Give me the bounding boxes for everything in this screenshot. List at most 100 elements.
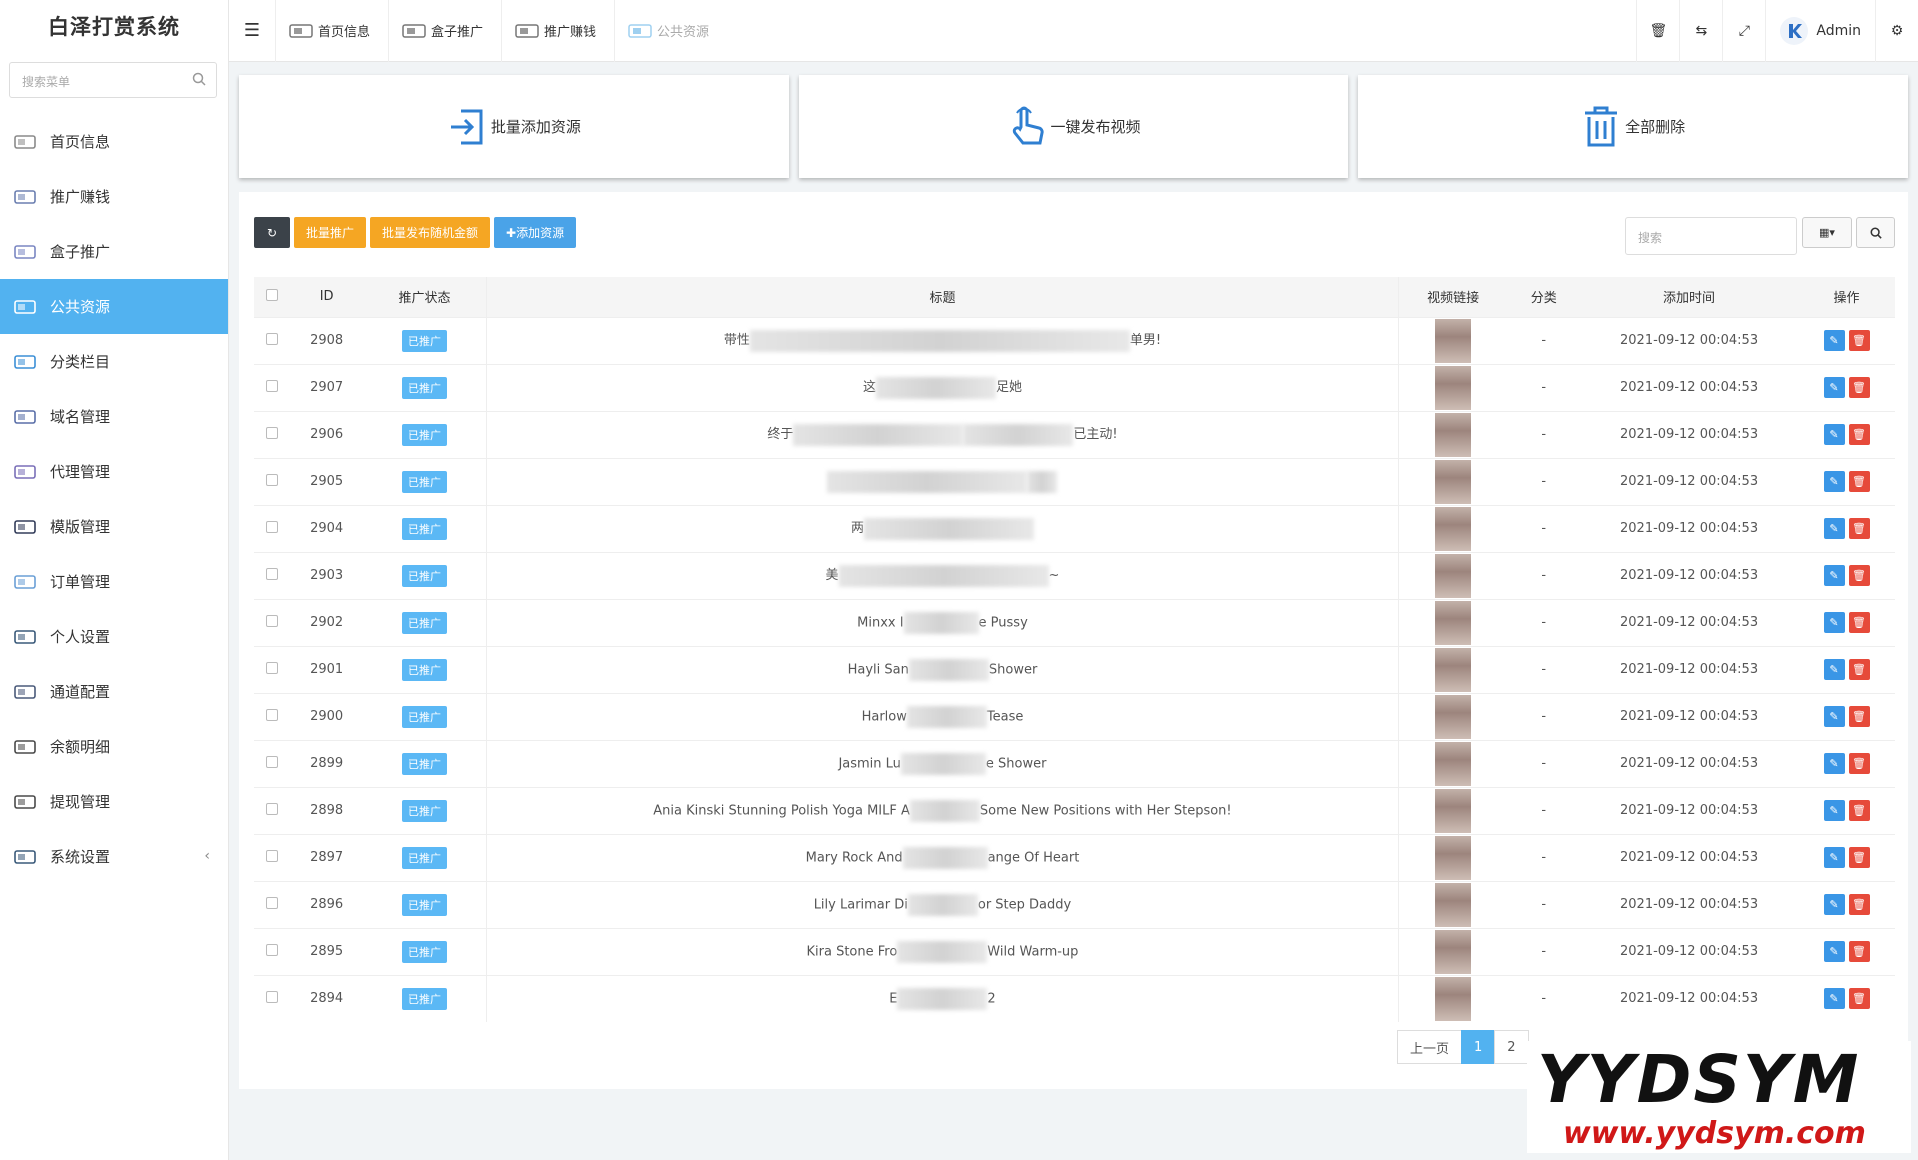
advanced-search-button[interactable] xyxy=(1856,217,1895,248)
edit-button[interactable]: ✎ xyxy=(1823,330,1845,351)
edit-button[interactable]: ✎ xyxy=(1823,659,1845,680)
edit-button[interactable]: ✎ xyxy=(1823,753,1845,774)
delete-button[interactable]: 🗑 xyxy=(1848,377,1870,398)
delete-button[interactable]: 🗑 xyxy=(1848,330,1870,351)
video-thumbnail[interactable] xyxy=(1435,506,1472,551)
row-checkbox[interactable] xyxy=(266,473,279,486)
batch-add-resource-card[interactable]: 批量添加资源 xyxy=(239,75,789,178)
delete-all-card[interactable]: 全部删除 xyxy=(1358,75,1909,178)
page-1-button[interactable]: 1 xyxy=(1461,1030,1496,1064)
chevron-left-icon[interactable]: ‹ xyxy=(204,848,210,864)
refresh-button[interactable]: ↻ xyxy=(254,217,290,248)
sidebar-item-10[interactable]: 通道配置 xyxy=(0,664,228,719)
edit-button[interactable]: ✎ xyxy=(1823,941,1845,962)
video-thumbnail[interactable] xyxy=(1435,600,1472,645)
sidebar-item-4[interactable]: 分类栏目 xyxy=(0,334,228,389)
row-checkbox[interactable] xyxy=(266,990,279,1003)
sidebar-item-13[interactable]: 系统设置 ‹ xyxy=(0,829,228,884)
search-icon[interactable] xyxy=(192,72,206,86)
video-thumbnail[interactable] xyxy=(1435,835,1472,880)
menu-toggle-icon[interactable]: ☰ xyxy=(229,0,275,62)
translate-icon[interactable]: ⇆ xyxy=(1679,0,1722,62)
clear-cache-icon[interactable]: 🗑 xyxy=(1636,0,1679,62)
video-thumbnail[interactable] xyxy=(1435,694,1472,739)
delete-button[interactable]: 🗑 xyxy=(1848,565,1870,586)
video-thumbnail[interactable] xyxy=(1435,412,1472,457)
sidebar-item-12[interactable]: 提现管理 xyxy=(0,774,228,829)
delete-button[interactable]: 🗑 xyxy=(1848,847,1870,868)
sidebar-item-9[interactable]: 个人设置 xyxy=(0,609,228,664)
sidebar-item-3[interactable]: 公共资源 xyxy=(0,279,228,334)
row-checkbox[interactable] xyxy=(266,379,279,392)
menu-search-input[interactable]: 搜索菜单 xyxy=(9,62,217,98)
video-thumbnail[interactable] xyxy=(1435,976,1472,1021)
edit-button[interactable]: ✎ xyxy=(1823,518,1845,539)
sidebar-item-6[interactable]: 代理管理 xyxy=(0,444,228,499)
header-tab-3[interactable]: 公共资源 xyxy=(614,0,727,62)
fullscreen-icon[interactable]: ⤢ xyxy=(1722,0,1765,62)
row-checkbox[interactable] xyxy=(266,520,279,533)
select-all-checkbox[interactable] xyxy=(266,288,279,301)
video-thumbnail[interactable] xyxy=(1435,647,1472,692)
delete-button[interactable]: 🗑 xyxy=(1848,988,1870,1010)
header-tab-1[interactable]: 盒子推广 xyxy=(388,0,501,62)
sidebar-item-11[interactable]: 余额明细 xyxy=(0,719,228,774)
edit-button[interactable]: ✎ xyxy=(1823,565,1845,586)
prev-page-button[interactable]: 上一页 xyxy=(1397,1030,1463,1064)
delete-button[interactable]: 🗑 xyxy=(1848,753,1870,774)
sidebar-item-8[interactable]: 订单管理 xyxy=(0,554,228,609)
edit-button[interactable]: ✎ xyxy=(1823,424,1845,445)
row-checkbox[interactable] xyxy=(266,614,279,627)
row-checkbox[interactable] xyxy=(266,943,279,956)
edit-button[interactable]: ✎ xyxy=(1823,612,1845,633)
row-checkbox[interactable] xyxy=(266,896,279,909)
row-checkbox[interactable] xyxy=(266,332,279,345)
delete-button[interactable]: 🗑 xyxy=(1848,706,1870,727)
edit-button[interactable]: ✎ xyxy=(1823,377,1845,398)
page-2-button[interactable]: 2 xyxy=(1494,1030,1529,1064)
delete-button[interactable]: 🗑 xyxy=(1848,894,1870,915)
row-checkbox[interactable] xyxy=(266,708,279,721)
row-checkbox[interactable] xyxy=(266,755,279,768)
row-checkbox[interactable] xyxy=(266,567,279,580)
row-checkbox[interactable] xyxy=(266,661,279,674)
delete-button[interactable]: 🗑 xyxy=(1848,424,1870,445)
header-tab-0[interactable]: 首页信息 xyxy=(275,0,388,62)
edit-button[interactable]: ✎ xyxy=(1823,988,1845,1010)
edit-button[interactable]: ✎ xyxy=(1823,894,1845,915)
sidebar-item-7[interactable]: 模版管理 xyxy=(0,499,228,554)
add-resource-button[interactable]: ✚添加资源 xyxy=(494,217,577,248)
video-thumbnail[interactable] xyxy=(1435,553,1472,598)
row-checkbox[interactable] xyxy=(266,849,279,862)
user-menu[interactable]: Admin xyxy=(1765,0,1875,62)
edit-button[interactable]: ✎ xyxy=(1823,800,1845,821)
publish-video-card[interactable]: 一键发布视频 xyxy=(798,75,1349,178)
edit-button[interactable]: ✎ xyxy=(1823,847,1845,868)
row-checkbox[interactable] xyxy=(266,802,279,815)
delete-button[interactable]: 🗑 xyxy=(1848,471,1870,492)
table-search-input[interactable]: 搜索 xyxy=(1625,217,1797,255)
edit-button[interactable]: ✎ xyxy=(1823,706,1845,727)
delete-button[interactable]: 🗑 xyxy=(1848,518,1870,539)
sidebar-item-2[interactable]: 盒子推广 xyxy=(0,224,228,279)
batch-random-amount-button[interactable]: 批量发布随机金额 xyxy=(370,217,491,248)
columns-toggle-button[interactable]: ▦▾ xyxy=(1802,217,1852,248)
delete-button[interactable]: 🗑 xyxy=(1848,800,1870,821)
video-thumbnail[interactable] xyxy=(1435,882,1472,927)
sidebar-item-5[interactable]: 域名管理 xyxy=(0,389,228,444)
delete-button[interactable]: 🗑 xyxy=(1848,941,1870,962)
edit-button[interactable]: ✎ xyxy=(1823,471,1845,492)
video-thumbnail[interactable] xyxy=(1435,459,1472,504)
row-checkbox[interactable] xyxy=(266,426,279,439)
gear-icon[interactable]: ⚙ xyxy=(1875,0,1918,62)
video-thumbnail[interactable] xyxy=(1435,788,1472,833)
batch-promote-button[interactable]: 批量推广 xyxy=(294,217,367,248)
video-thumbnail[interactable] xyxy=(1435,929,1472,974)
video-thumbnail[interactable] xyxy=(1435,365,1472,410)
video-thumbnail[interactable] xyxy=(1435,318,1472,363)
sidebar-item-1[interactable]: 推广赚钱 xyxy=(0,169,228,224)
delete-button[interactable]: 🗑 xyxy=(1848,659,1870,680)
video-thumbnail[interactable] xyxy=(1435,741,1472,786)
sidebar-item-0[interactable]: 首页信息 xyxy=(0,114,228,169)
delete-button[interactable]: 🗑 xyxy=(1848,612,1870,633)
